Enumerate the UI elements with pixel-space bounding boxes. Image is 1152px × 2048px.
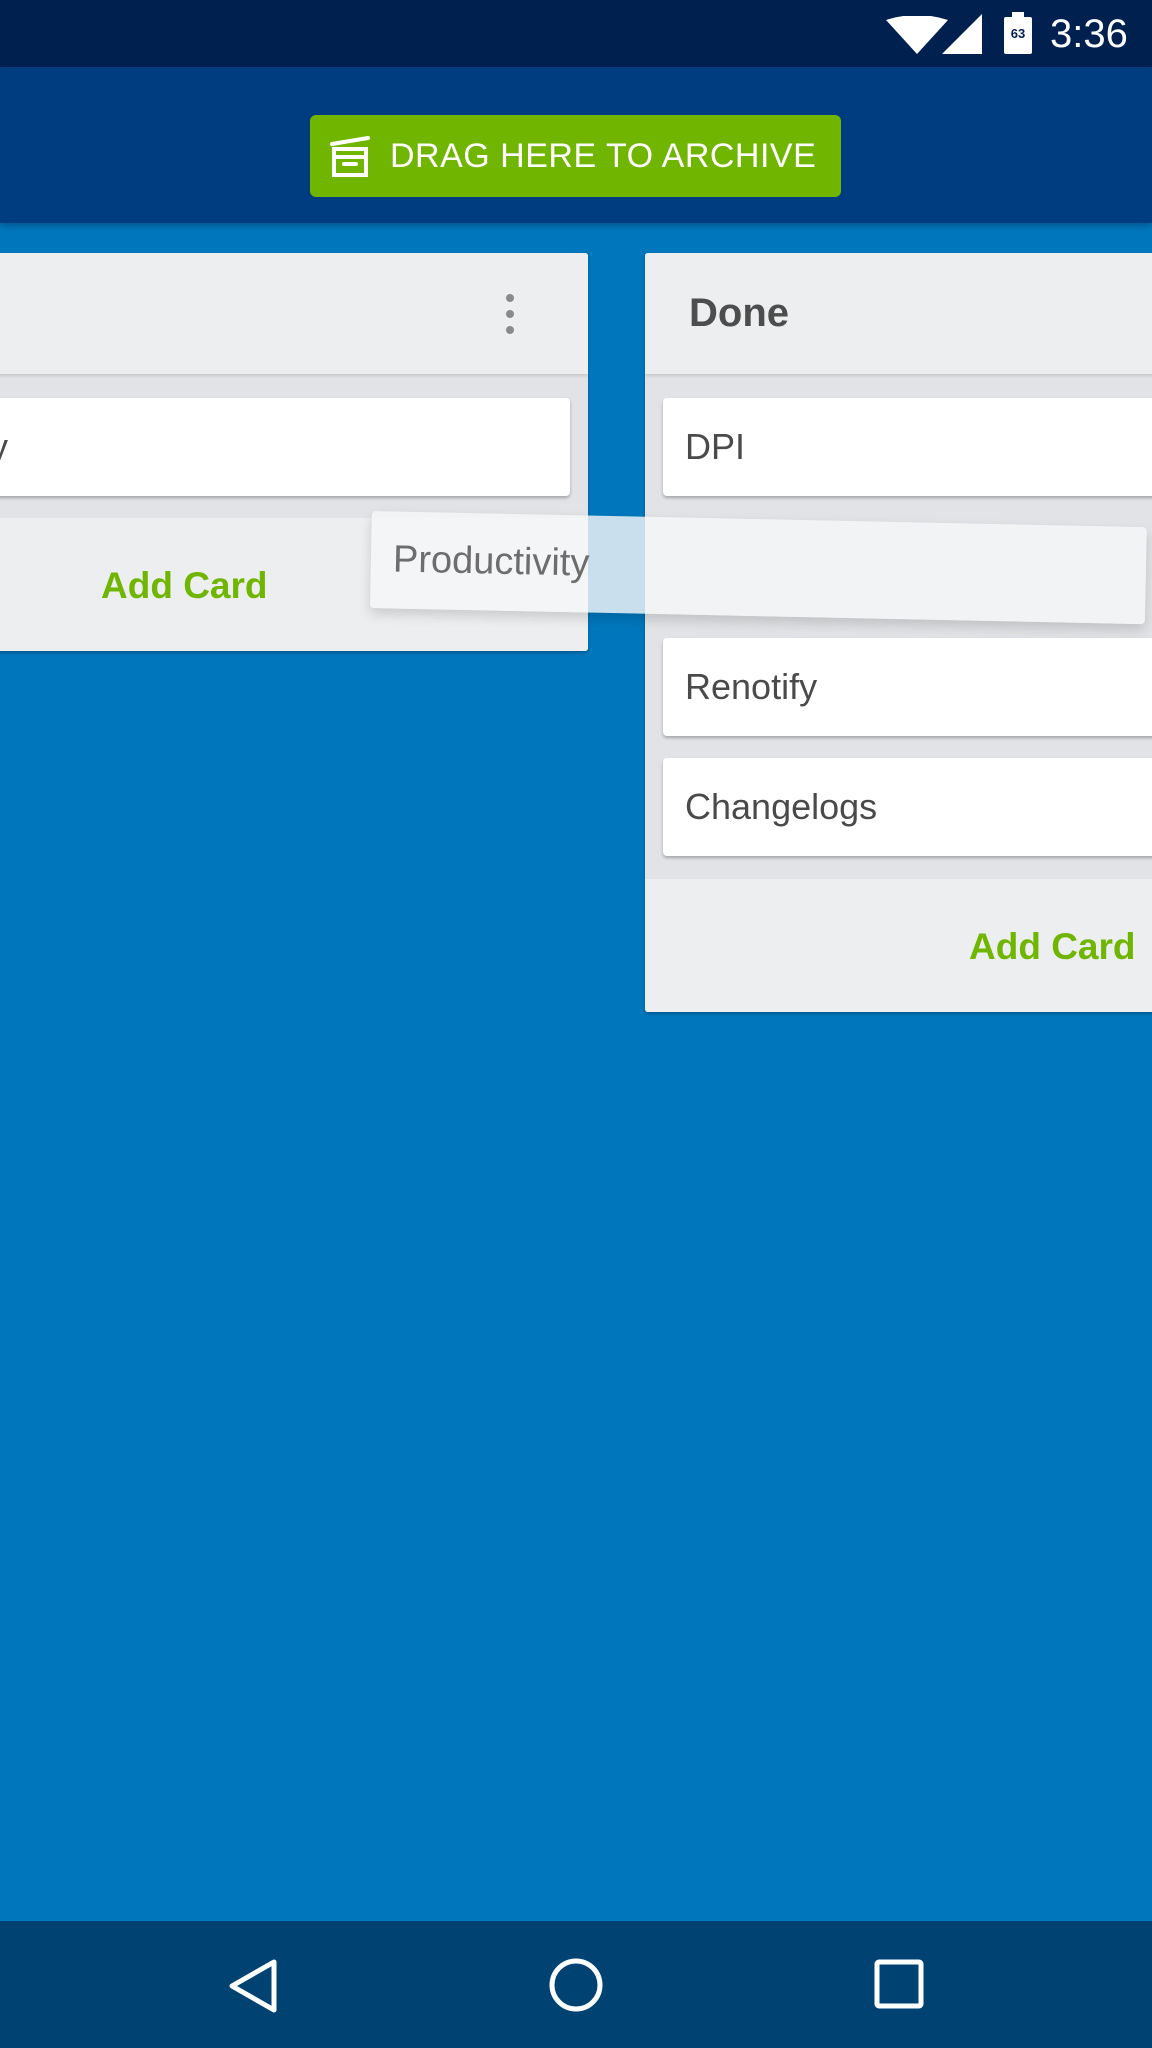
- top-app-bar: DRAG HERE TO ARCHIVE: [0, 67, 1152, 223]
- signal-icon: [942, 14, 982, 54]
- list-done: Done DPI Renotify Changelogs Add Card: [645, 253, 1152, 1012]
- card[interactable]: Renotify: [663, 638, 1152, 736]
- dragging-card[interactable]: Productivity: [369, 511, 1147, 625]
- card-label: ty: [0, 398, 8, 496]
- card[interactable]: DPI: [663, 398, 1152, 496]
- status-time: 3:36: [1050, 12, 1128, 56]
- wifi-icon: [886, 16, 948, 54]
- card-label: Renotify: [685, 666, 818, 707]
- archive-box-icon: [330, 136, 370, 177]
- list-title: Done: [689, 291, 789, 335]
- card[interactable]: ty: [0, 398, 570, 496]
- list-header: [0, 253, 588, 374]
- status-bar: 63 3:36: [0, 0, 1152, 67]
- back-icon[interactable]: [226, 1957, 280, 2015]
- card[interactable]: Changelogs: [663, 758, 1152, 856]
- add-card-button[interactable]: Add Card: [101, 518, 268, 651]
- recents-icon[interactable]: [874, 1959, 924, 2009]
- battery-level: 63: [1010, 26, 1026, 41]
- navigation-bar: [0, 1921, 1152, 2048]
- home-icon[interactable]: [548, 1957, 604, 2013]
- overflow-menu-icon[interactable]: [504, 293, 516, 335]
- card-label: DPI: [685, 426, 746, 467]
- add-card-button[interactable]: Add Card: [969, 879, 1136, 1012]
- list-header: Done: [645, 253, 1152, 374]
- archive-label: DRAG HERE TO ARCHIVE: [390, 136, 817, 175]
- add-card-area: Add Card: [645, 879, 1152, 1012]
- card-label: Changelogs: [685, 786, 878, 827]
- dragging-card-label: Productivity: [392, 538, 590, 585]
- archive-drop-target[interactable]: DRAG HERE TO ARCHIVE: [310, 115, 841, 197]
